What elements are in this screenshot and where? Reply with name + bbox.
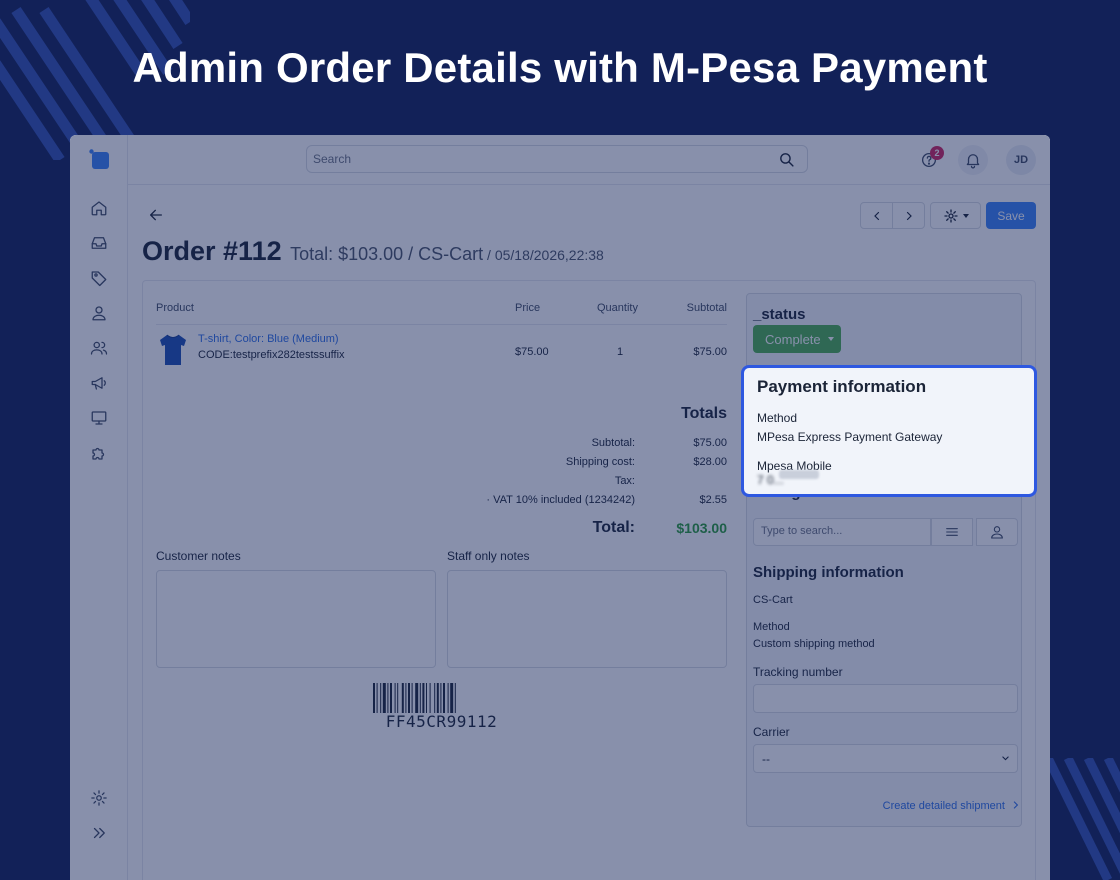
chevron-right-icon: [1013, 801, 1019, 809]
app-logo: [89, 149, 109, 169]
carrier-selected-value: --: [762, 751, 770, 766]
user-icon[interactable]: [89, 303, 109, 323]
avatar[interactable]: JD: [1006, 145, 1036, 175]
home-icon[interactable]: [89, 198, 109, 218]
megaphone-icon[interactable]: [89, 373, 109, 393]
back-arrow-icon[interactable]: [148, 207, 164, 223]
product-name-link[interactable]: T-shirt, Color: Blue (Medium): [198, 333, 339, 345]
barcode-image: [373, 683, 456, 713]
barcode-text: FF45CR99112: [385, 712, 498, 731]
bell-icon: [966, 154, 980, 169]
shipping-method-label: Method: [753, 621, 790, 633]
column-header-price: Price: [515, 302, 541, 314]
shipping-cost-value: $28.00: [693, 456, 727, 468]
order-number: Order #112: [142, 236, 282, 266]
column-header-quantity: Quantity: [597, 302, 638, 314]
create-shipment-label: Create detailed shipment: [882, 800, 1005, 812]
shipping-store: CS-Cart: [753, 594, 793, 606]
tag-icon[interactable]: [89, 268, 109, 288]
payment-method-value: MPesa Express Payment Gateway: [757, 430, 943, 444]
settings-dropdown-button[interactable]: [930, 202, 981, 229]
payment-information-card: Payment information Method MPesa Express…: [741, 365, 1037, 497]
gear-icon: [943, 208, 958, 223]
subtotal-label: Subtotal:: [591, 437, 635, 449]
decorative-stripes-bottom-right: [1048, 758, 1120, 880]
manager-list-button[interactable]: [931, 518, 973, 546]
create-shipment-link[interactable]: Create detailed shipment: [830, 800, 1020, 812]
vat-label: · VAT 10% included (1234242): [486, 494, 635, 506]
carrier-select[interactable]: --: [753, 744, 1018, 773]
shipping-method-value: Custom shipping method: [753, 638, 875, 650]
save-button[interactable]: Save: [986, 202, 1036, 229]
column-header-product: Product: [156, 302, 194, 314]
previous-order-button[interactable]: [860, 202, 893, 229]
product-subtotal: $75.00: [693, 346, 727, 358]
tshirt-product-image: [160, 334, 186, 365]
total-value: $103.00: [676, 520, 727, 536]
tracking-number-input[interactable]: [753, 684, 1018, 713]
order-summary: Total: $103.00 / CS-Cart: [290, 244, 484, 264]
carrier-label: Carrier: [753, 725, 790, 739]
caret-down-icon: [962, 213, 969, 218]
mpesa-mobile-value-redacted: 7 0...: [757, 470, 829, 487]
payment-heading: Payment information: [757, 377, 927, 396]
chevron-right-icon: [906, 211, 912, 220]
manager-assign-button[interactable]: [976, 518, 1018, 546]
total-label: Total:: [592, 519, 635, 536]
chevron-left-icon: [873, 211, 879, 220]
top-bar: 2 JD: [128, 135, 1050, 185]
shipping-cost-label: Shipping cost:: [565, 456, 635, 468]
status-dropdown[interactable]: Complete: [753, 325, 841, 353]
search-box: [306, 145, 808, 173]
users-icon[interactable]: [89, 338, 109, 358]
list-icon: [946, 528, 958, 536]
promo-title: Admin Order Details with M-Pesa Payment: [132, 44, 988, 91]
subtotal-value: $75.00: [693, 437, 727, 449]
table-divider: [156, 324, 727, 325]
payment-method-label: Method: [757, 411, 798, 425]
status-heading: _status: [753, 306, 806, 323]
caret-down-icon: [828, 337, 834, 341]
inbox-icon[interactable]: [89, 233, 109, 253]
expand-icon[interactable]: [89, 823, 109, 843]
staff-notes-label: Staff only notes: [447, 549, 530, 563]
help-button[interactable]: 2: [914, 145, 944, 175]
search-icon[interactable]: [778, 151, 795, 168]
app-window: 2 JD Save Order #112 Total: $103.00 / CS…: [70, 135, 1050, 880]
chevron-down-icon: [1002, 756, 1009, 761]
staff-notes-field[interactable]: [447, 570, 727, 668]
redaction-mark: [779, 470, 819, 479]
product-price: $75.00: [515, 346, 549, 358]
manager-search-input[interactable]: [761, 525, 921, 537]
column-header-subtotal: Subtotal: [686, 302, 727, 314]
status-value: Complete: [765, 331, 821, 347]
next-order-button[interactable]: [892, 202, 925, 229]
totals-heading: Totals: [681, 405, 727, 422]
customer-notes-field[interactable]: [156, 570, 436, 668]
tax-label: Tax:: [614, 475, 635, 487]
notifications-button[interactable]: [958, 145, 988, 175]
tracking-number-label: Tracking number: [753, 665, 843, 679]
product-code: CODE:testprefix282testssuffix: [198, 349, 345, 361]
settings-icon[interactable]: [89, 788, 109, 808]
page-title: Order #112 Total: $103.00 / CS-Cart / 05…: [142, 236, 604, 267]
search-input[interactable]: [313, 150, 753, 168]
manager-search-box: [753, 518, 931, 546]
shipping-heading: Shipping information: [753, 564, 904, 581]
sidebar: [70, 135, 128, 880]
monitor-icon[interactable]: [89, 408, 109, 428]
vat-value: $2.55: [699, 494, 727, 506]
user-icon: [991, 526, 1003, 539]
puzzle-icon[interactable]: [89, 443, 109, 463]
product-quantity: 1: [617, 346, 624, 358]
customer-notes-label: Customer notes: [156, 549, 241, 563]
notification-badge: 2: [930, 146, 944, 160]
order-date: / 05/18/2026,22:38: [483, 247, 604, 263]
